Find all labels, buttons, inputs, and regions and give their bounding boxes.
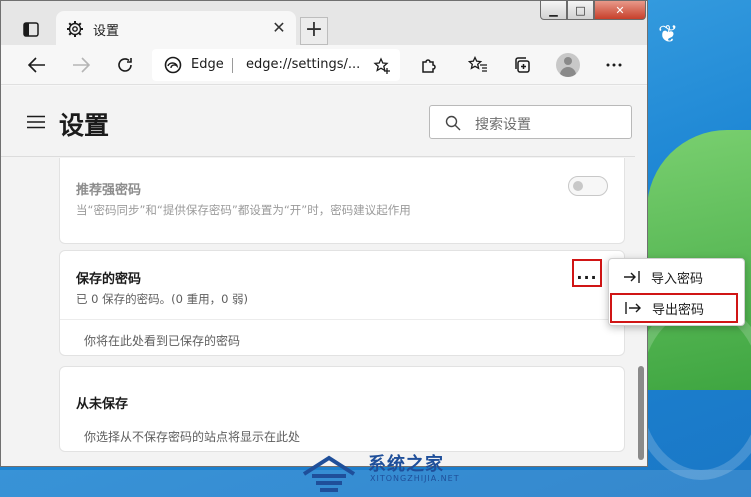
extensions-icon[interactable] [417,53,441,77]
password-context-menu: 导入密码 导出密码 [608,258,745,326]
export-icon [624,300,642,314]
menu-item-import-passwords[interactable]: 导入密码 [609,262,746,292]
maximize-icon[interactable]: □ [567,0,594,20]
saved-passwords-summary: 已 0 保存的密码。(0 重用，0 弱) [76,292,249,306]
watermark: 系统之家 XITONGZHIJIA.NET [300,448,470,497]
address-separator [232,58,233,73]
tab-settings[interactable]: 设置 ✕ [56,11,296,45]
menu-item-label: 导入密码 [651,272,704,287]
suggest-strong-title: 推荐强密码 [76,183,142,198]
never-saved-title: 从未保存 [76,397,129,412]
menu-item-label: 导出密码 [652,303,705,318]
tab-title: 设置 [93,24,120,39]
minimize-icon[interactable]: ▁ [540,0,567,20]
collections-icon[interactable] [510,53,534,77]
address-site-label: Edge [191,57,224,72]
new-tab-button[interactable]: + [300,17,328,45]
menu-item-export-passwords[interactable]: 导出密码 [610,293,738,323]
suggest-strong-description: 当“密码同步”和“提供保存密码”都设置为“开”时，密码建议起作用 [76,203,411,217]
page-title: 设置 [59,111,110,140]
settings-search-input[interactable]: 搜索设置 [429,105,632,139]
favorites-icon[interactable] [466,53,490,77]
suggest-strong-toggle[interactable] [568,176,608,196]
saved-passwords-empty-text: 你将在此处看到已保存的密码 [84,334,241,348]
address-url[interactable]: edge://settings/... [246,57,360,72]
settings-page: 设置 搜索设置 推荐强密码 当“密码同步”和“提供保存密码”都设置为“开”时，密… [1,86,647,466]
header-divider [1,156,647,157]
hamburger-menu-icon[interactable] [27,114,45,129]
browser-toolbar: Edge edge://settings/... [1,45,647,85]
watermark-domain: XITONGZHIJIA.NET [370,474,460,483]
forward-arrow-icon[interactable] [69,53,93,77]
never-saved-card: 从未保存 你选择从不保存密码的站点将显示在此处 [59,366,625,452]
browser-window: 设置 ✕ + Edge edge://settings/... 设置 搜索设置 … [0,0,648,467]
profile-avatar[interactable] [556,53,580,77]
window-controls: ▁ □ ✕ [540,0,646,20]
saved-passwords-title: 保存的密码 [76,272,142,287]
back-arrow-icon[interactable] [25,53,49,77]
window-close-icon[interactable]: ✕ [594,0,646,20]
never-saved-empty-text: 你选择从不保存密码的站点将显示在此处 [84,430,301,444]
address-bar[interactable]: Edge edge://settings/... [152,49,400,81]
search-icon [445,115,461,131]
close-icon[interactable]: ✕ [269,19,289,37]
refresh-icon[interactable] [113,53,137,77]
search-placeholder: 搜索设置 [475,117,531,133]
watermark-brand: 系统之家 [368,454,444,475]
saved-passwords-more-button[interactable]: ... [572,259,602,287]
butterfly-icon: ❦ [658,20,679,48]
card-divider [60,319,624,320]
add-favorite-icon[interactable] [372,56,392,76]
more-options-icon[interactable] [602,53,626,77]
scrollbar-thumb[interactable] [638,366,644,460]
edge-logo-icon [164,56,182,74]
gear-icon [66,20,84,38]
saved-passwords-card: 保存的密码 已 0 保存的密码。(0 重用，0 弱) ... 你将在此处看到已保… [59,250,625,356]
tab-actions-icon[interactable] [21,20,41,38]
suggest-strong-password-card: 推荐强密码 当“密码同步”和“提供保存密码”都设置为“开”时，密码建议起作用 [59,158,625,244]
watermark-logo-icon [302,455,356,492]
import-icon [623,269,641,283]
